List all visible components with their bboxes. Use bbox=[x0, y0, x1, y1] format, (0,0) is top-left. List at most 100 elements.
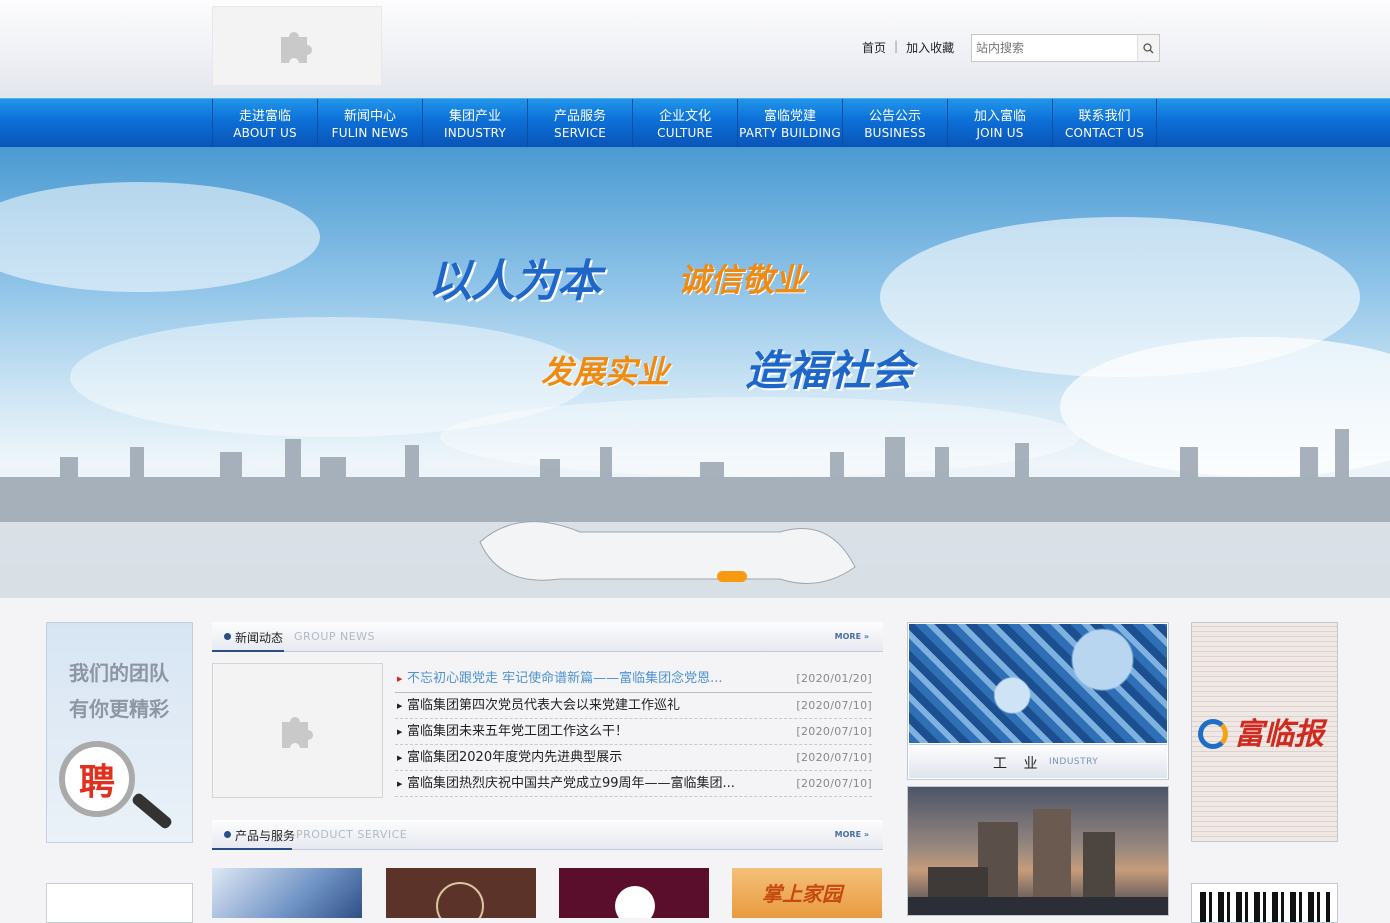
nav-item-about[interactable]: 走进富临 ABOUT US bbox=[212, 99, 317, 148]
news-list: ▶ 不忘初心跟党走 牢记使命谱新篇——富临集团念党恩... [2020/01/2… bbox=[395, 665, 872, 797]
magnifier-handle bbox=[130, 791, 174, 831]
news-section-title: 新闻动态 bbox=[235, 631, 284, 645]
nav-item-business[interactable]: 公告公示 BUSINESS bbox=[842, 99, 947, 148]
qr-code-card bbox=[1191, 883, 1338, 923]
bookmark-link[interactable]: 加入收藏 bbox=[906, 39, 954, 56]
product-tile-label: 掌上家园 bbox=[762, 882, 842, 906]
search-button[interactable] bbox=[1137, 35, 1159, 61]
nav-en: CULTURE bbox=[657, 126, 713, 140]
product-tile-1[interactable] bbox=[212, 868, 362, 918]
recruit-line-2: 有你更精彩 bbox=[69, 697, 169, 721]
main-nav: 走进富临 ABOUT US 新闻中心 FULIN NEWS 集团产业 INDUSTRY… bbox=[0, 98, 1390, 148]
product-logo-icon bbox=[615, 886, 655, 918]
bullet-arrow-icon: ▶ bbox=[397, 754, 403, 762]
slogan-4: 造福社会 bbox=[745, 346, 914, 395]
products-section-title: 产品与服务 bbox=[235, 829, 296, 843]
products-more-link[interactable]: MORE » bbox=[835, 830, 869, 839]
recruit-badge: 聘 bbox=[78, 762, 115, 803]
product-tile-4[interactable]: 掌上家园 bbox=[732, 868, 882, 918]
section-underline bbox=[212, 650, 284, 652]
puzzle-placeholder-icon bbox=[281, 716, 313, 748]
industry-gears-image bbox=[909, 624, 1167, 743]
buildings-image bbox=[908, 809, 1168, 915]
product-tile-3[interactable] bbox=[559, 868, 709, 918]
news-more-link[interactable]: MORE » bbox=[835, 632, 869, 641]
news-item[interactable]: ▶ 富临集团热烈庆祝中国共产党成立99周年——富临集团... [2020/07/… bbox=[395, 771, 872, 797]
nav-cn: 富临党建 bbox=[763, 109, 816, 124]
home-link[interactable]: 首页 bbox=[862, 39, 886, 56]
slogan-1: 以人为本 bbox=[428, 256, 601, 307]
product-tile-2[interactable] bbox=[386, 868, 536, 918]
news-title[interactable]: 富临集团2020年度党内先进典型展示 bbox=[407, 745, 622, 771]
search-input[interactable] bbox=[976, 39, 1134, 57]
news-title[interactable]: 不忘初心跟党走 牢记使命谱新篇——富临集团念党恩... bbox=[407, 665, 723, 693]
link-separator: | bbox=[894, 39, 899, 53]
section-bullet-icon bbox=[224, 633, 231, 640]
nav-en: CONTACT US bbox=[1064, 126, 1145, 140]
section-bullet-icon bbox=[224, 831, 231, 838]
news-item[interactable]: ▶ 富临集团2020年度党内先进典型展示 [2020/07/10] bbox=[395, 745, 872, 771]
industry-card[interactable]: 工 业 INDUSTRY bbox=[907, 622, 1169, 780]
top-links: 首页 | 加入收藏 bbox=[862, 39, 954, 56]
newspaper-masthead: 富临报 bbox=[1234, 717, 1324, 752]
nav-en: PARTY BUILDING bbox=[739, 126, 841, 140]
industry-en-label: INDUSTRY bbox=[1049, 757, 1099, 767]
news-section-en-title: GROUP NEWS bbox=[294, 630, 376, 643]
nav-en: FULIN NEWS bbox=[331, 126, 409, 140]
nav-en: ABOUT US bbox=[233, 126, 297, 140]
product-emblem-icon bbox=[436, 882, 484, 918]
double-chevron-icon: » bbox=[863, 830, 869, 839]
news-title[interactable]: 富临集团未来五年党工团工作这么干！ bbox=[407, 719, 628, 745]
city-skyline-decoration bbox=[0, 429, 1390, 598]
news-item[interactable]: ▶ 富临集团未来五年党工团工作这么干！ [2020/07/10] bbox=[395, 719, 872, 745]
qr-code-icon bbox=[1200, 892, 1330, 922]
hero-banner[interactable]: 以人为本 诚信敬业 发展实业 造福社会 bbox=[0, 147, 1390, 598]
news-section-header: 新闻动态 GROUP NEWS MORE » bbox=[212, 622, 883, 652]
recruitment-banner[interactable]: 我们的团队 有你更精彩 聘 bbox=[46, 622, 193, 843]
nav-cn: 新闻中心 bbox=[343, 109, 396, 124]
news-date: [2020/07/10] bbox=[796, 699, 872, 712]
news-item[interactable]: ▶ 富临集团第四次党员代表大会以来党建工作巡礼 [2020/07/10] bbox=[395, 693, 872, 719]
products-section-header: 产品与服务 PRODUCT SERVICE MORE » bbox=[212, 820, 883, 850]
nav-item-culture[interactable]: 企业文化 CULTURE bbox=[632, 99, 737, 148]
slogan-3: 发展实业 bbox=[541, 353, 670, 391]
nav-en: INDUSTRY bbox=[444, 126, 506, 140]
bullet-arrow-icon: ▶ bbox=[397, 675, 403, 683]
industry-cn-label: 工 业 bbox=[993, 756, 1044, 772]
recruit-line-1: 我们的团队 bbox=[69, 661, 169, 685]
site-header: 首页 | 加入收藏 bbox=[0, 0, 1390, 98]
nav-en: SERVICE bbox=[554, 126, 606, 140]
puzzle-placeholder-icon bbox=[281, 32, 312, 63]
nav-item-party[interactable]: 富临党建 PARTY BUILDING bbox=[737, 99, 842, 148]
real-estate-card[interactable] bbox=[907, 786, 1169, 916]
nav-item-contact[interactable]: 联系我们 CONTACT US bbox=[1052, 99, 1157, 148]
nav-item-service[interactable]: 产品服务 SERVICE bbox=[527, 99, 632, 148]
nav-cn: 产品服务 bbox=[553, 109, 606, 124]
slide-indicator-active[interactable] bbox=[717, 571, 747, 582]
news-title[interactable]: 富临集团热烈庆祝中国共产党成立99周年——富临集团... bbox=[407, 771, 735, 797]
news-date: [2020/07/10] bbox=[796, 725, 872, 738]
news-thumbnail[interactable] bbox=[212, 663, 383, 798]
newspaper-logo-icon bbox=[1198, 719, 1228, 749]
nav-en: BUSINESS bbox=[864, 126, 926, 140]
nav-item-join[interactable]: 加入富临 JOIN US bbox=[947, 99, 1052, 148]
nav-cn: 走进富临 bbox=[238, 109, 291, 124]
news-date: [2020/07/10] bbox=[796, 777, 872, 790]
left-promo-box[interactable] bbox=[46, 883, 193, 923]
nav-item-news[interactable]: 新闻中心 FULIN NEWS bbox=[317, 99, 422, 148]
search-icon bbox=[1143, 42, 1154, 53]
newspaper-card[interactable]: 富临报 bbox=[1191, 622, 1338, 842]
bullet-arrow-icon: ▶ bbox=[397, 702, 403, 710]
news-item[interactable]: ▶ 不忘初心跟党走 牢记使命谱新篇——富临集团念党恩... [2020/01/2… bbox=[395, 665, 872, 693]
section-underline bbox=[212, 848, 292, 850]
news-date: [2020/01/20] bbox=[796, 672, 872, 685]
nav-cn: 集团产业 bbox=[448, 109, 501, 124]
nav-cn: 联系我们 bbox=[1078, 109, 1131, 124]
nav-item-industry[interactable]: 集团产业 INDUSTRY bbox=[422, 99, 527, 148]
slogan-2: 诚信敬业 bbox=[678, 261, 807, 299]
site-logo[interactable] bbox=[212, 6, 382, 86]
nav-cn: 公告公示 bbox=[868, 109, 921, 124]
industry-caption: 工 业 INDUSTRY bbox=[909, 744, 1167, 778]
news-date: [2020/07/10] bbox=[796, 751, 872, 764]
news-title[interactable]: 富临集团第四次党员代表大会以来党建工作巡礼 bbox=[407, 693, 680, 719]
